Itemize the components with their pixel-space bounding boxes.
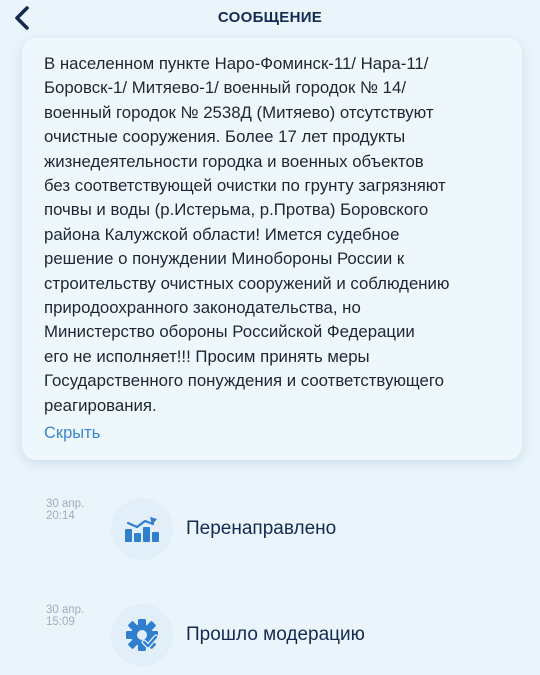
hide-link[interactable]: Скрыть	[44, 424, 100, 443]
message-card: В населенном пункте Наро-Фоминск-11/ Нар…	[22, 38, 522, 460]
event-label: Перенаправлено	[186, 518, 337, 539]
redirect-icon	[111, 498, 173, 560]
gear-check-icon	[111, 604, 173, 666]
status-event-moderated: 30 апр. 15:09 Прошло модерацию	[0, 604, 540, 670]
page-title: СООБЩЕНИЕ	[217, 9, 323, 26]
status-event-redirected: 30 апр. 20:14 Перенаправлено	[0, 498, 540, 564]
event-label: Прошло модерацию	[186, 624, 365, 645]
event-date: 30 апр. 20:14	[46, 498, 85, 522]
message-text: В населенном пункте Наро-Фоминск-11/ Нар…	[44, 54, 450, 415]
event-date: 30 апр. 15:09	[46, 604, 85, 628]
header: СООБЩЕНИЕ	[0, 0, 540, 36]
